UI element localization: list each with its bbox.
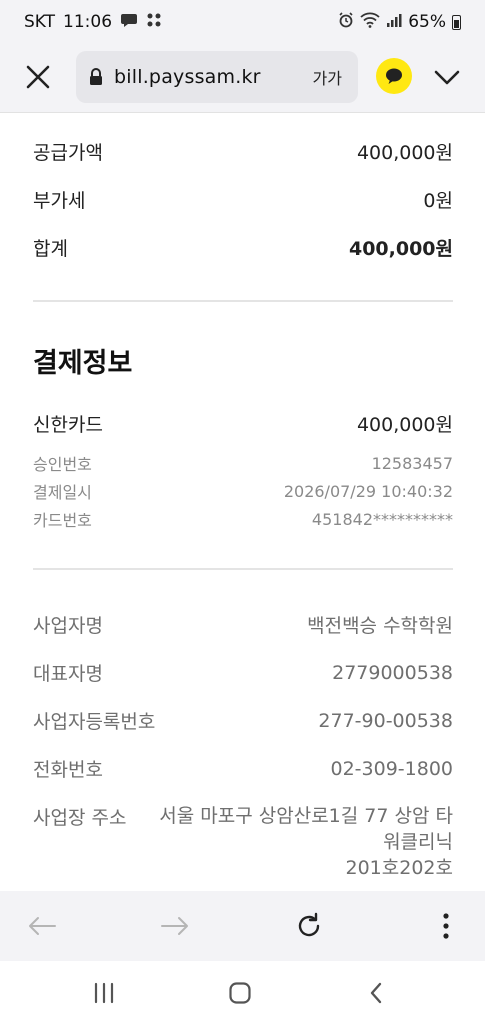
- more-vertical-icon[interactable]: [430, 910, 462, 942]
- business-name-label: 사업자명: [33, 615, 103, 637]
- card-row: 신한카드 400,000원: [33, 410, 453, 437]
- close-icon[interactable]: [24, 63, 52, 91]
- kakao-talk-icon[interactable]: [376, 58, 412, 94]
- battery-percent: 65%: [408, 12, 446, 32]
- card-amount: 400,000원: [356, 414, 453, 436]
- approval-row: 승인번호 12583457: [33, 451, 453, 475]
- home-icon[interactable]: [224, 977, 256, 1009]
- total-label: 합계: [33, 238, 68, 260]
- system-navigation-bar: [0, 961, 485, 1024]
- address-line: 워클리닉: [383, 831, 453, 853]
- recent-apps-icon[interactable]: [88, 977, 120, 1009]
- arrow-right-icon[interactable]: [159, 910, 191, 942]
- text-size-button[interactable]: 가가: [313, 65, 342, 89]
- lock-icon: [88, 68, 104, 86]
- address-line: 서울 마포구 상암산로1길 77 상암 타: [159, 805, 453, 827]
- card-number-row: 카드번호 451842**********: [33, 507, 453, 531]
- wifi-icon: [360, 12, 380, 32]
- notification-icon: [120, 12, 138, 32]
- address-value: 서울 마포구 상암산로1길 77 상암 타 워클리닉 201호202호: [143, 803, 453, 881]
- vat-row: 부가세 0원: [33, 186, 453, 213]
- receipt-content: 공급가액 400,000원 부가세 0원 합계 400,000원 결제정보 신한…: [0, 113, 485, 891]
- battery-icon: [452, 14, 461, 30]
- clock: 11:06: [63, 12, 113, 32]
- dots-icon: [146, 12, 162, 32]
- payment-section-title: 결제정보: [33, 348, 133, 379]
- registration-label: 사업자등록번호: [33, 711, 156, 733]
- registration-row: 사업자등록번호 277-90-00538: [33, 707, 453, 734]
- total-row: 합계 400,000원: [33, 234, 453, 261]
- url-field[interactable]: bill.payssam.kr 가가: [76, 51, 358, 103]
- business-name-value: 백전백승 수학학원: [307, 615, 453, 637]
- representative-row: 대표자명 2779000538: [33, 659, 453, 686]
- arrow-left-icon[interactable]: [26, 910, 58, 942]
- url-text: bill.payssam.kr: [114, 66, 261, 88]
- browser-address-bar: bill.payssam.kr 가가: [0, 44, 485, 112]
- approval-value: 12583457: [371, 453, 453, 473]
- card-number-label: 카드번호: [33, 511, 92, 530]
- phone-value[interactable]: 02-309-1800: [330, 758, 453, 780]
- divider: [33, 300, 453, 302]
- registration-value: 277-90-00538: [318, 709, 453, 732]
- vat-value: 0원: [423, 190, 453, 212]
- status-bar: SKT 11:06 65%: [0, 0, 485, 44]
- approval-label: 승인번호: [33, 455, 92, 474]
- phone-label: 전화번호: [33, 759, 103, 781]
- alarm-icon: [338, 12, 354, 32]
- card-name: 신한카드: [33, 414, 103, 436]
- carrier-label: SKT: [24, 12, 56, 32]
- divider: [33, 568, 453, 570]
- supply-value: 400,000원: [356, 142, 453, 164]
- signal-icon: [386, 13, 402, 31]
- representative-label: 대표자명: [33, 663, 103, 685]
- supply-amount-row: 공급가액 400,000원: [33, 138, 453, 165]
- datetime-label: 결제일시: [33, 483, 92, 502]
- supply-label: 공급가액: [33, 142, 103, 164]
- reload-icon[interactable]: [293, 910, 325, 942]
- address-label: 사업장 주소: [33, 807, 127, 829]
- browser-toolbar: [0, 891, 485, 961]
- vat-label: 부가세: [33, 190, 86, 212]
- total-value: 400,000원: [348, 238, 453, 260]
- phone-row: 전화번호 02-309-1800: [33, 755, 453, 782]
- representative-value: 2779000538: [332, 661, 453, 684]
- card-number-value: 451842**********: [311, 509, 453, 529]
- chevron-down-icon[interactable]: [432, 64, 462, 90]
- datetime-row: 결제일시 2026/07/29 10:40:32: [33, 479, 453, 503]
- address-line: 201호202호: [345, 857, 454, 879]
- nav-back-icon[interactable]: [360, 977, 392, 1009]
- business-name-row: 사업자명 백전백승 수학학원: [33, 611, 453, 638]
- datetime-value: 2026/07/29 10:40:32: [283, 481, 453, 501]
